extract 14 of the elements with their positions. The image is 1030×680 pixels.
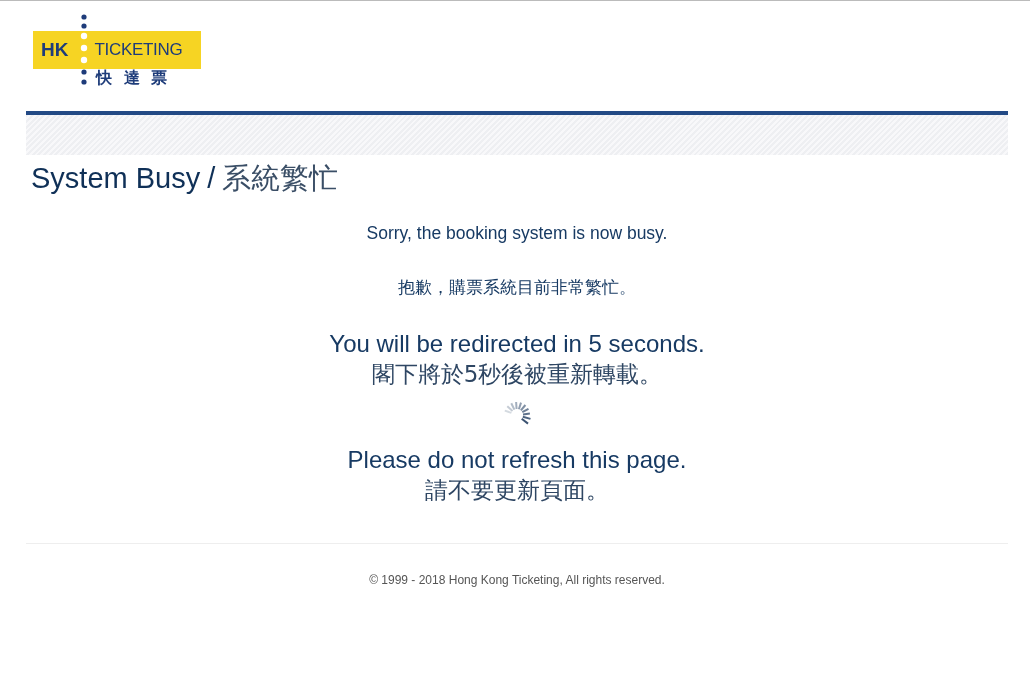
message-text: Sorry, the booking system is now busy. (366, 222, 668, 245)
title-separator: / (207, 162, 216, 194)
message-text: You will be redirected in 5 seconds. (329, 329, 705, 359)
message-text: 閣下將於5秒後被重新轉載。 (371, 360, 663, 389)
logo-chinese-text: 快 達 票 (96, 68, 168, 89)
logo-text: TICKETING (94, 40, 183, 60)
page-title: 系統繁忙 (222, 161, 339, 195)
message-text: Please do not refresh this page. (347, 445, 687, 475)
logo-text: HK (41, 39, 69, 61)
message-text: 抱歉，購票系統目前非常繁忙。 (398, 276, 636, 299)
dots-icon (80, 14, 88, 86)
message-text: 請不要更新頁面。 (425, 476, 609, 505)
page-title: System Busy (31, 162, 201, 194)
copyright-text: © 1999 - 2018 Hong Kong Ticketing, All rights reserved. (369, 573, 665, 587)
